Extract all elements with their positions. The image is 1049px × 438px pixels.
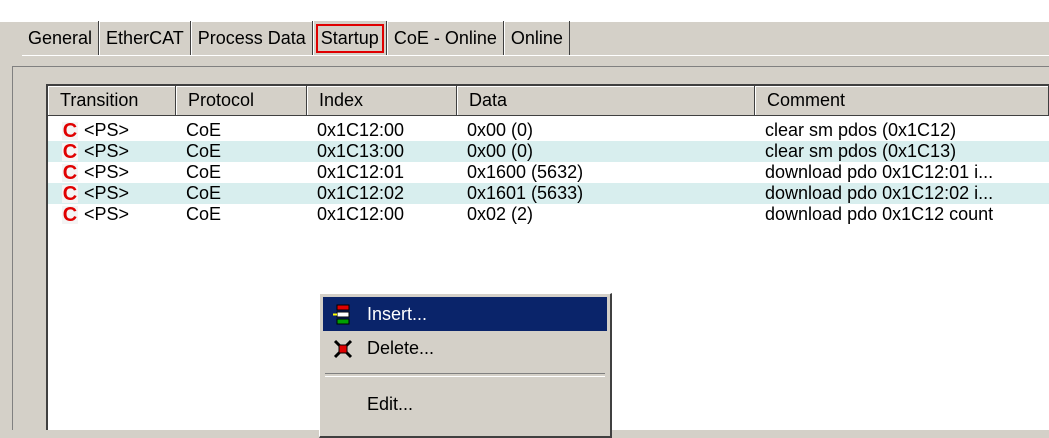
transition-cell: <PS> — [84, 183, 130, 203]
coe-command-icon: C — [62, 162, 78, 183]
transition-cell: <PS> — [84, 162, 130, 182]
insert-icon — [332, 304, 354, 326]
tab-ethercat[interactable]: EtherCAT — [99, 21, 191, 55]
protocol-cell: CoE — [186, 141, 222, 161]
column-header-transition[interactable]: Transition — [48, 86, 176, 116]
column-header-comment[interactable]: Comment — [755, 86, 1049, 116]
data-cell: 0x1601 (5633) — [467, 183, 584, 203]
tab-startup[interactable]: Startup — [312, 21, 387, 55]
column-header-index[interactable]: Index — [307, 86, 457, 116]
table-row[interactable]: C <PS> CoE 0x1C12:00 0x00 (0) clear sm pd… — [48, 120, 1049, 141]
tab-general[interactable]: General — [22, 21, 100, 55]
menu-item-delete[interactable]: Delete... — [323, 331, 607, 365]
index-cell: 0x1C12:00 — [317, 120, 405, 140]
data-cell: 0x02 (2) — [467, 204, 534, 224]
protocol-cell: CoE — [186, 183, 222, 203]
delete-icon — [332, 338, 354, 360]
transition-cell: <PS> — [84, 141, 130, 161]
protocol-cell: CoE — [186, 204, 222, 224]
column-header-protocol[interactable]: Protocol — [176, 86, 307, 116]
index-cell: 0x1C12:02 — [317, 183, 405, 203]
list-header: Transition Protocol Index Data Comment — [48, 86, 1049, 116]
index-cell: 0x1C13:00 — [317, 141, 405, 161]
top-band — [0, 0, 1049, 22]
menu-item-insert[interactable]: Insert... — [323, 297, 607, 331]
comment-cell: download pdo 0x1C12 count — [765, 204, 994, 224]
data-cell: 0x00 (0) — [467, 141, 534, 161]
coe-command-icon: C — [62, 204, 78, 225]
menu-item-label: Delete... — [367, 337, 435, 358]
protocol-cell: CoE — [186, 120, 222, 140]
transition-cell: <PS> — [84, 204, 130, 224]
context-menu: Insert... Delete... Edit... — [319, 293, 612, 438]
protocol-cell: CoE — [186, 162, 222, 182]
column-header-data[interactable]: Data — [457, 86, 755, 116]
table-row[interactable]: C <PS> CoE 0x1C12:00 0x02 (2) download pd… — [48, 204, 1049, 225]
transition-cell: <PS> — [84, 120, 130, 140]
coe-command-icon: C — [62, 120, 78, 141]
index-cell: 0x1C12:00 — [317, 204, 405, 224]
menu-item-edit[interactable]: Edit... — [323, 387, 607, 421]
tab-strip: General EtherCAT Process Data Startup Co… — [22, 21, 570, 55]
tab-process-data[interactable]: Process Data — [190, 21, 313, 55]
tab-online[interactable]: Online — [503, 21, 570, 55]
comment-cell: download pdo 0x1C12:02 i... — [765, 183, 994, 203]
comment-cell: clear sm pdos (0x1C12) — [765, 120, 957, 140]
table-row[interactable]: C <PS> CoE 0x1C13:00 0x00 (0) clear sm pd… — [48, 141, 1049, 162]
menu-item-label: Edit... — [367, 393, 414, 414]
data-cell: 0x00 (0) — [467, 120, 534, 140]
table-row[interactable]: C <PS> CoE 0x1C12:02 0x1601 (5633) downlo… — [48, 183, 1049, 204]
menu-item-label: Insert... — [367, 303, 428, 324]
coe-command-icon: C — [62, 183, 78, 204]
coe-command-icon: C — [62, 141, 78, 162]
data-cell: 0x1600 (5632) — [467, 162, 584, 182]
tab-divider — [22, 55, 1049, 56]
index-cell: 0x1C12:01 — [317, 162, 405, 182]
menu-separator — [325, 373, 605, 377]
comment-cell: clear sm pdos (0x1C13) — [765, 141, 957, 161]
table-row[interactable]: C <PS> CoE 0x1C12:01 0x1600 (5632) downlo… — [48, 162, 1049, 183]
comment-cell: download pdo 0x1C12:01 i... — [765, 162, 994, 182]
tab-coe-online[interactable]: CoE - Online — [386, 21, 504, 55]
